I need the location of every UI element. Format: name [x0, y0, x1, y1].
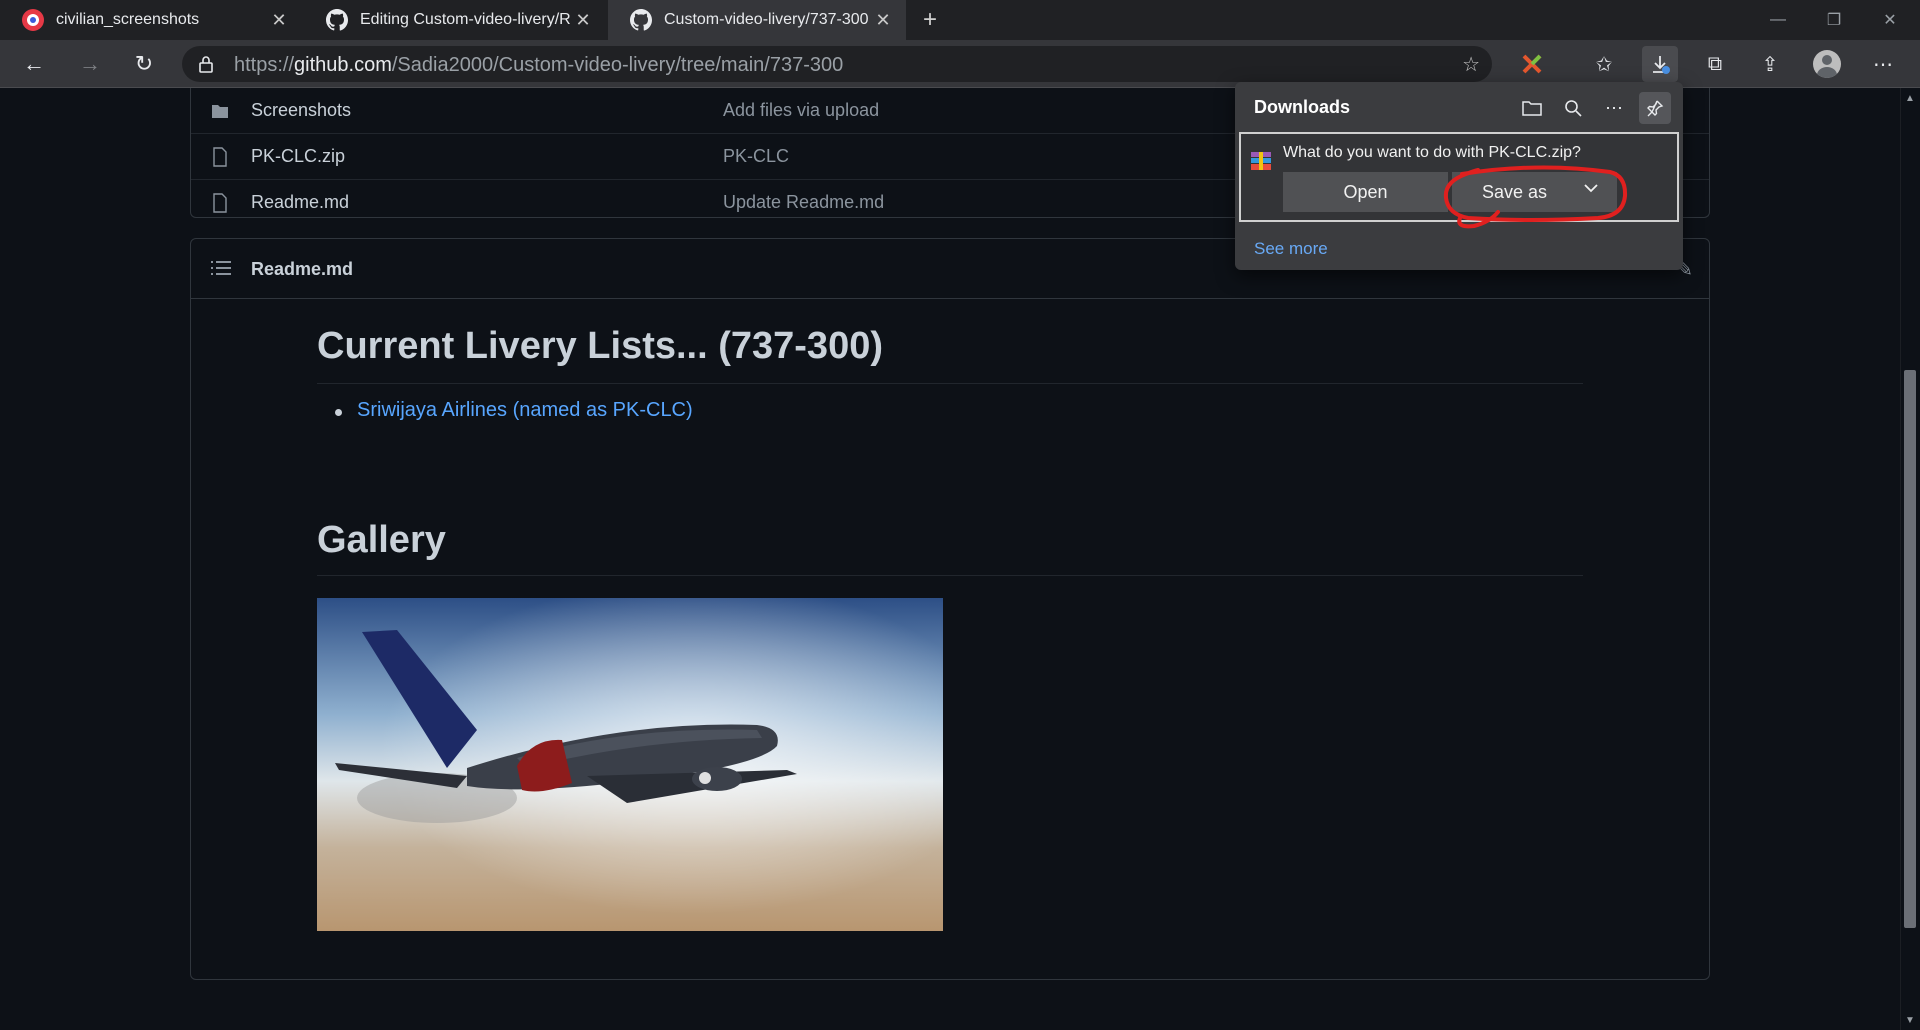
commit-message[interactable]: Update Readme.md — [723, 192, 884, 213]
file-name[interactable]: Screenshots — [251, 100, 351, 121]
new-tab-icon[interactable]: + — [914, 4, 946, 36]
more-options-icon[interactable]: ⋯ — [1598, 92, 1630, 124]
download-question: What do you want to do with PK-CLC.zip? — [1283, 144, 1581, 161]
download-item: What do you want to do with PK-CLC.zip? … — [1239, 132, 1679, 222]
forward-icon[interactable]: → — [72, 46, 108, 82]
downloads-title: Downloads — [1254, 97, 1351, 117]
heading-divider — [317, 575, 1583, 576]
readme-filename: Readme.md — [251, 259, 354, 279]
close-tab-icon[interactable]: ✕ — [872, 9, 894, 31]
close-window-icon[interactable]: ✕ — [1862, 0, 1918, 40]
more-menu-icon[interactable]: ⋯ — [1865, 46, 1901, 82]
restore-icon[interactable]: ❐ — [1806, 0, 1862, 40]
tab-strip: civilian_screenshots ✕ Editing Custom-vi… — [0, 0, 1920, 40]
see-more-link[interactable]: See more — [1254, 239, 1328, 259]
close-tab-icon[interactable]: ✕ — [572, 9, 594, 31]
open-button[interactable]: Open — [1283, 172, 1448, 212]
github-icon — [630, 9, 652, 31]
pin-icon[interactable] — [1639, 92, 1671, 124]
save-as-label: Save as — [1482, 181, 1548, 202]
tab-title: Custom-video-livery/737-300 at — [664, 11, 872, 28]
downloads-flyout: Downloads ⋯ What do you want to do with … — [1235, 82, 1683, 270]
add-favorite-icon[interactable]: ☆ — [1462, 52, 1480, 77]
refresh-icon[interactable]: ↻ — [126, 46, 162, 82]
tab-editing-readme[interactable]: Editing Custom-video-livery/REA ✕ — [304, 0, 606, 40]
heading-divider — [317, 383, 1583, 384]
save-as-button[interactable]: Save as — [1452, 172, 1617, 212]
readme-heading: Current Livery Lists... (737-300) — [317, 325, 883, 367]
zip-archive-icon — [1251, 152, 1271, 170]
downloads-icon[interactable] — [1642, 46, 1678, 82]
file-icon — [213, 147, 227, 167]
tab-civilian-screenshots[interactable]: civilian_screenshots ✕ — [0, 0, 302, 40]
readme-panel: Readme.md ✎ Current Livery Lists... (737… — [190, 238, 1710, 980]
tab-title: Editing Custom-video-livery/REA — [360, 11, 572, 28]
open-folder-icon[interactable] — [1516, 92, 1548, 124]
profile-avatar[interactable] — [1813, 50, 1841, 78]
scrollbar-thumb[interactable] — [1904, 370, 1916, 928]
url-text: https://github.com/Sadia2000/Custom-vide… — [234, 54, 844, 76]
scroll-down-icon[interactable]: ▼ — [1900, 1012, 1920, 1028]
extension-icon[interactable] — [1514, 46, 1550, 82]
address-bar[interactable]: https://github.com/Sadia2000/Custom-vide… — [182, 46, 1492, 82]
gallery-heading: Gallery — [317, 519, 446, 561]
search-icon[interactable] — [1557, 92, 1589, 124]
list-bullet — [335, 409, 342, 416]
scroll-up-icon[interactable]: ▲ — [1900, 90, 1920, 106]
github-icon — [326, 9, 348, 31]
tab-custom-video-livery[interactable]: Custom-video-livery/737-300 at ✕ — [608, 0, 906, 40]
chevron-down-icon[interactable] — [1583, 180, 1599, 201]
file-name[interactable]: PK-CLC.zip — [251, 146, 345, 167]
favorites-icon[interactable]: ✩ — [1586, 46, 1622, 82]
commit-message[interactable]: PK-CLC — [723, 146, 789, 167]
collections-icon[interactable]: ⧉ — [1697, 46, 1733, 82]
folder-icon — [212, 105, 228, 118]
app-favicon-icon — [22, 9, 44, 31]
minimize-icon[interactable]: — — [1750, 0, 1806, 40]
livery-link[interactable]: Sriwijaya Airlines (named as PK-CLC) — [357, 399, 693, 422]
browser-toolbar: ← → ↻ https://github.com/Sadia2000/Custo… — [0, 40, 1920, 88]
back-icon[interactable]: ← — [16, 46, 52, 82]
close-tab-icon[interactable]: ✕ — [268, 9, 290, 31]
lock-icon[interactable] — [196, 54, 216, 74]
file-name[interactable]: Readme.md — [251, 192, 349, 213]
share-icon[interactable]: ⇪ — [1752, 46, 1788, 82]
list-icon[interactable] — [211, 259, 231, 277]
gallery-image[interactable] — [317, 598, 943, 931]
file-icon — [213, 193, 227, 213]
tab-title: civilian_screenshots — [56, 11, 200, 28]
commit-message[interactable]: Add files via upload — [723, 100, 879, 121]
